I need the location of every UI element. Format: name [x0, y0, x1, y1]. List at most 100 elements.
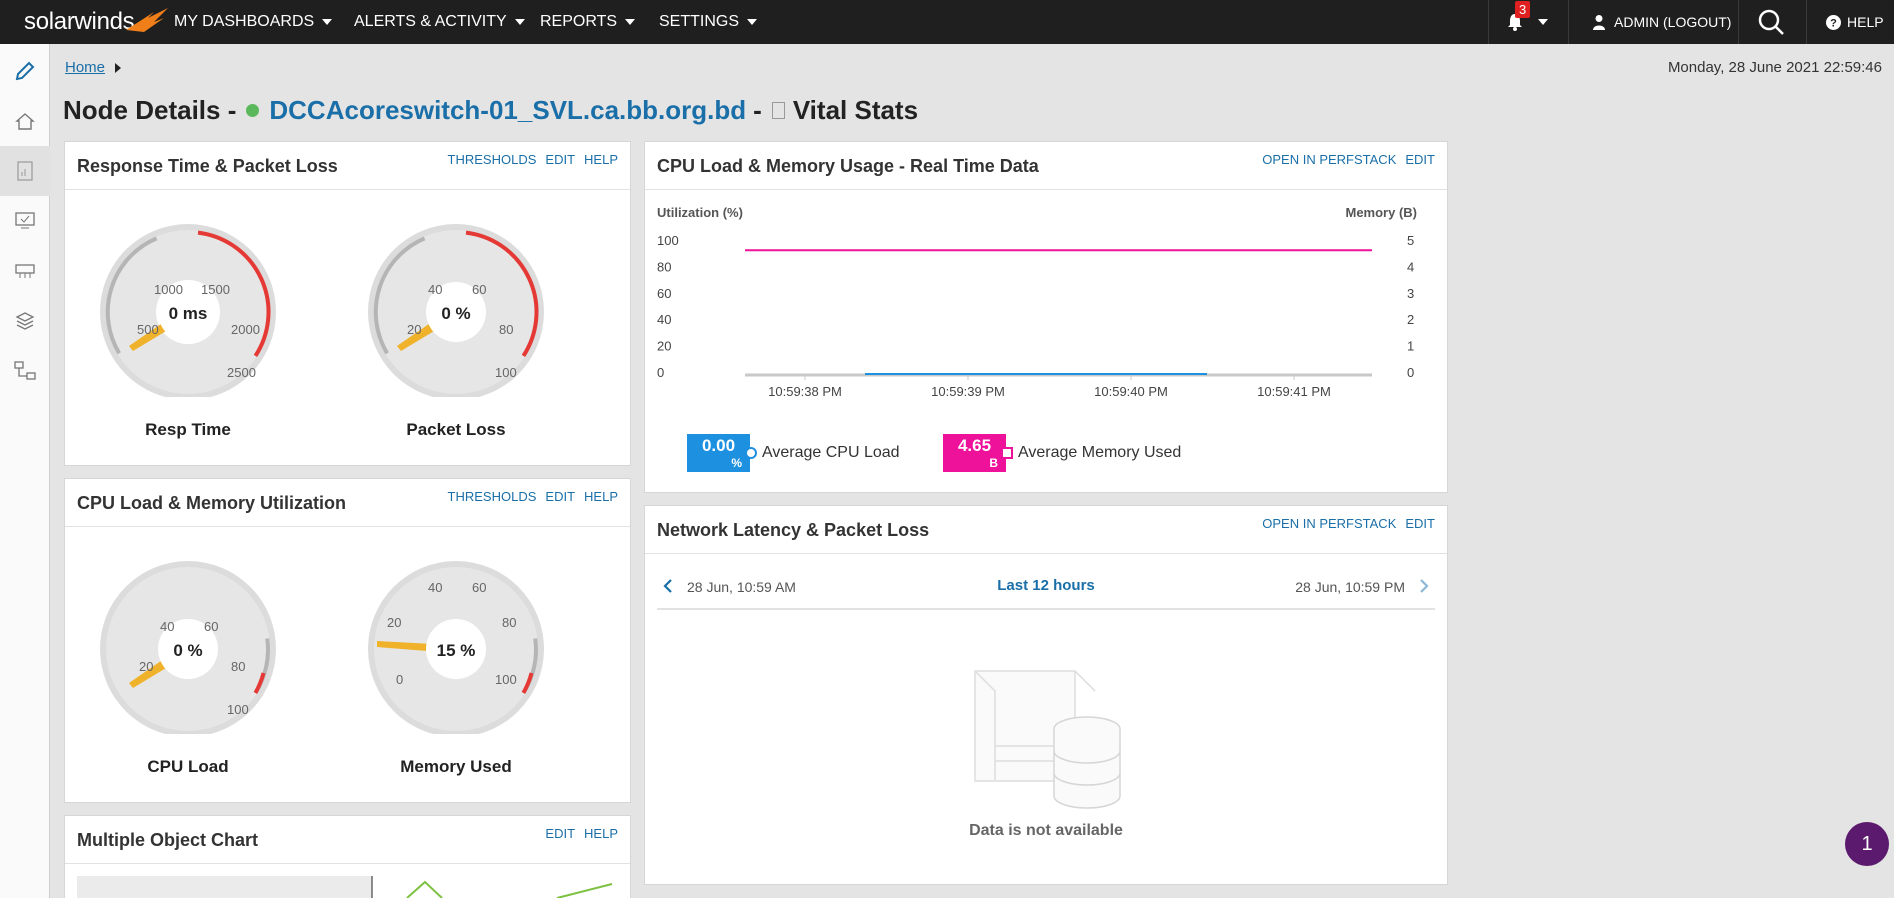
gauge-label: CPU Load [147, 757, 229, 776]
x-tick-label: 10:59:39 PM [931, 384, 1005, 399]
multiple-object-chart-panel: Multiple Object Chart EDIT HELP [64, 815, 631, 898]
pencil-icon [15, 61, 35, 81]
gauge-tick: 80 [499, 322, 513, 337]
network-switch-icon [15, 264, 35, 278]
legend-label: Average Memory Used [1018, 444, 1182, 461]
panel-title: Network Latency & Packet Loss [657, 520, 930, 540]
y-tick-label: 100 [657, 233, 679, 248]
gauge-tick: 20 [407, 322, 421, 337]
memory-used-legend-value: 4.65 B [943, 434, 1006, 472]
multi-object-chart-preview [77, 876, 613, 898]
y-tick-label: 40 [657, 312, 671, 327]
thresholds-link[interactable]: THRESHOLDS [448, 489, 537, 504]
edit-link[interactable]: EDIT [1405, 516, 1435, 531]
nav-reports[interactable]: REPORTS [540, 0, 636, 44]
breadcrumb-arrow-icon[interactable] [115, 62, 122, 73]
search-icon [1758, 9, 1784, 35]
nav-my-dashboards[interactable]: MY DASHBOARDS [174, 0, 333, 44]
rail-layers[interactable] [0, 296, 50, 346]
help-link[interactable]: HELP [584, 826, 618, 841]
chevron-down-icon [1538, 19, 1548, 25]
flame-logo-icon [126, 8, 168, 32]
gauge-tick: 0 [396, 672, 403, 687]
open-in-perfstack-link[interactable]: OPEN IN PERFSTACK [1262, 516, 1396, 531]
panel-actions: OPEN IN PERFSTACK EDIT [1262, 152, 1435, 167]
gauge-dial: 20 40 60 80 100 0 % [100, 561, 276, 734]
rail-edit[interactable] [0, 46, 50, 96]
user-logout-button[interactable]: ADMIN (LOGOUT) [1592, 0, 1731, 44]
floating-help-badge[interactable]: 1 [1845, 822, 1889, 866]
solarwinds-logo[interactable]: solarwinds [24, 6, 168, 38]
rail-vital-stats[interactable] [0, 146, 50, 196]
x-tick-label: 10:59:40 PM [1094, 384, 1168, 399]
chevron-right-icon[interactable] [1419, 578, 1429, 594]
help-link[interactable]: HELP [584, 152, 618, 167]
rail-monitor[interactable] [0, 196, 50, 246]
help-link[interactable]: HELP [584, 489, 618, 504]
y2-tick-label: 5 [1407, 233, 1414, 248]
gauge-tick: 40 [428, 580, 442, 595]
gauge-value: 0 % [173, 641, 202, 660]
breadcrumb-home-link[interactable]: Home [65, 59, 105, 76]
panel-actions: EDIT HELP [545, 826, 618, 841]
help-button[interactable]: ? HELP [1826, 0, 1884, 44]
nav-alerts-activity[interactable]: ALERTS & ACTIVITY [354, 0, 525, 44]
memory-series-marker-icon [1001, 447, 1013, 459]
no-data-illustration-icon [974, 670, 1121, 809]
edit-link[interactable]: EDIT [1405, 152, 1435, 167]
edit-link[interactable]: EDIT [545, 826, 575, 841]
current-timestamp: Monday, 28 June 2021 22:59:46 [1667, 59, 1882, 76]
network-latency-panel: Network Latency & Packet Loss OPEN IN PE… [644, 505, 1448, 885]
thresholds-link[interactable]: THRESHOLDS [448, 152, 537, 167]
notification-count-badge: 3 [1515, 1, 1531, 18]
edit-link[interactable]: EDIT [545, 152, 575, 167]
y2-tick-label: 3 [1407, 286, 1414, 301]
y2-axis-label: Memory (B) [1345, 205, 1417, 220]
y2-tick-label: 2 [1407, 312, 1414, 327]
realtime-line-chart: Utilization (%) Memory (B) 1008060402005… [657, 205, 1417, 399]
gauge-tick: 100 [495, 365, 517, 380]
search-button[interactable] [1757, 0, 1785, 44]
packet-loss-gauge: 20 40 60 80 100 0 % Packet Loss [366, 222, 546, 439]
chevron-down-icon [625, 19, 636, 25]
gauge-tick: 80 [231, 659, 245, 674]
gauge-tick: 40 [160, 619, 174, 634]
gauge-tick: 1500 [201, 282, 230, 297]
panel-title: CPU Load & Memory Usage - Real Time Data [657, 156, 1039, 176]
y-tick-label: 60 [657, 286, 671, 301]
report-icon [17, 161, 33, 181]
rail-interfaces[interactable] [0, 246, 50, 296]
page-title: Node Details - DCCAcoreswitch-01_SVL.ca.… [63, 95, 919, 126]
help-icon: ? [1826, 14, 1841, 30]
y2-tick-label: 4 [1407, 259, 1414, 274]
nav-divider [1568, 0, 1569, 44]
gauge-dial: 20 40 60 80 100 0 % [368, 224, 544, 397]
response-time-panel: Response Time & Packet Loss THRESHOLDS E… [64, 141, 631, 466]
report-icon [771, 102, 785, 119]
resp-time-gauge: 500 1000 1500 2000 2500 0 ms Resp Time [98, 222, 278, 439]
edit-link[interactable]: EDIT [545, 489, 575, 504]
gauge-tick: 60 [472, 282, 486, 297]
x-tick-label: 10:59:41 PM [1257, 384, 1331, 399]
nav-settings[interactable]: SETTINGS [659, 0, 758, 44]
status-up-icon [246, 104, 260, 117]
gauge-value: 15 % [437, 641, 476, 660]
panel-actions: OPEN IN PERFSTACK EDIT [1262, 516, 1435, 531]
memory-used-gauge: 20 40 60 80 100 0 15 % Memory Used [366, 559, 546, 776]
rail-topology[interactable] [0, 346, 50, 396]
node-name-link[interactable]: DCCAcoreswitch-01_SVL.ca.bb.org.bd [269, 95, 746, 126]
gauge-tick: 100 [227, 702, 249, 717]
open-in-perfstack-link[interactable]: OPEN IN PERFSTACK [1262, 152, 1396, 167]
cpu-load-gauge: 20 40 60 80 100 0 % CPU Load [98, 559, 278, 776]
gauge-tick: 2000 [231, 322, 260, 337]
nav-divider [1738, 0, 1739, 44]
gauge-tick: 60 [472, 580, 486, 595]
x-tick-label: 10:59:38 PM [768, 384, 842, 399]
y-tick-label: 0 [657, 365, 664, 380]
chevron-down-icon [747, 19, 758, 25]
gauge-tick: 40 [428, 282, 442, 297]
panel-actions: THRESHOLDS EDIT HELP [448, 489, 618, 504]
rail-home[interactable] [0, 96, 50, 146]
y2-tick-label: 0 [1407, 365, 1414, 380]
top-navigation-bar: solarwinds MY DASHBOARDS ALERTS & ACTIVI… [0, 0, 1894, 44]
